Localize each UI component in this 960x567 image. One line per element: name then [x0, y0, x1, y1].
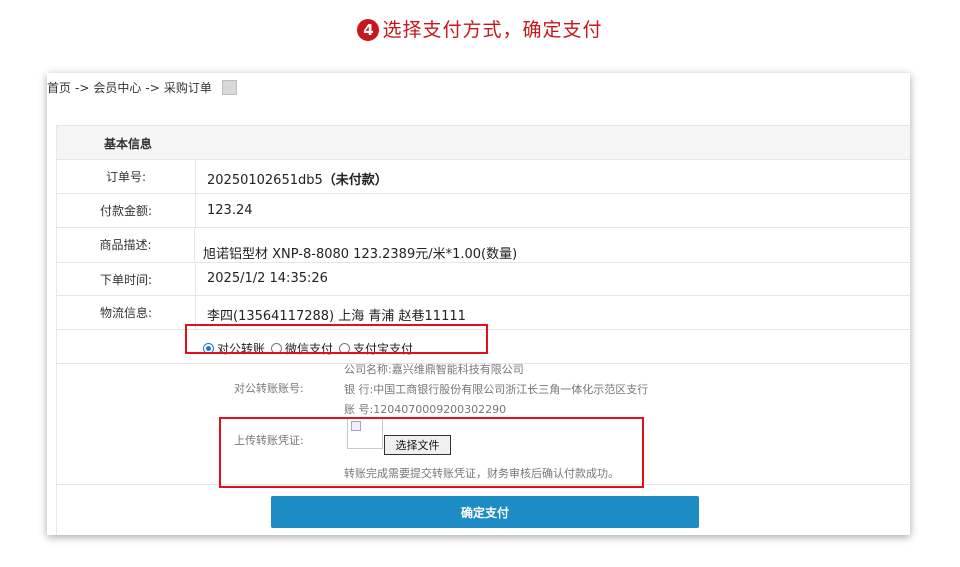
breadcrumb-current: 采购订单: [163, 81, 212, 95]
breadcrumb-separator: ->: [145, 80, 160, 95]
order-number-value-wrap: 20250102651db5（未付款）: [207, 169, 388, 188]
breadcrumb-member-center[interactable]: 会员中心: [93, 79, 141, 96]
order-number-value: 20250102651db5: [207, 173, 323, 188]
description-value: 旭诺铝型材 XNP-8-8080 123.2389元/米*1.00(数量): [203, 247, 518, 262]
amount-row: 付款金额: 123.24: [57, 194, 910, 228]
step-number-badge: 4: [357, 19, 380, 41]
description-label: 商品描述:: [57, 228, 195, 262]
broken-image-icon: [221, 80, 237, 95]
order-time-value: 2025/1/2 14:35:26: [207, 271, 328, 286]
amount-value: 123.24: [207, 203, 253, 218]
order-status: （未付款）: [322, 173, 388, 188]
amount-label: 付款金额:: [57, 194, 196, 227]
breadcrumb-home[interactable]: 首页: [47, 79, 71, 96]
bank-name: 银 行:中国工商银行股份有限公司浙江长三角一体化示范区支行: [344, 383, 649, 396]
account-number: 账 号:1204070009200302290: [344, 403, 507, 416]
description-row: 商品描述: 旭诺铝型材 XNP-8-8080 123.2389元/米*1.00(…: [57, 228, 910, 263]
order-number-row: 订单号: 20250102651db5（未付款）: [57, 160, 910, 194]
confirm-pay-button[interactable]: 确定支付: [271, 496, 699, 528]
section-header: 基本信息: [57, 126, 910, 160]
breadcrumb: 首页 -> 会员中心 -> 采购订单: [47, 79, 237, 96]
payment-highlight-box: [185, 324, 488, 354]
order-number-label: 订单号:: [57, 160, 196, 193]
step-title-text: 选择支付方式，确定支付: [382, 19, 603, 41]
section-title: 基本信息: [104, 137, 153, 151]
logistics-value: 李四(13564117288) 上海 青浦 赵巷11111: [207, 309, 466, 324]
step-title: 4 选择支付方式，确定支付: [0, 15, 960, 42]
upload-highlight-box: [219, 417, 644, 488]
company-name: 公司名称:嘉兴维鼎智能科技有限公司: [344, 363, 524, 376]
order-panel: 首页 -> 会员中心 -> 采购订单 基本信息 订单号: 20250102651…: [47, 73, 910, 535]
account-label: 对公转账账号:: [234, 382, 304, 395]
order-time-row: 下单时间: 2025/1/2 14:35:26: [57, 263, 910, 296]
breadcrumb-separator: ->: [75, 80, 90, 95]
order-time-label: 下单时间:: [57, 263, 196, 295]
logistics-label: 物流信息:: [57, 296, 196, 329]
